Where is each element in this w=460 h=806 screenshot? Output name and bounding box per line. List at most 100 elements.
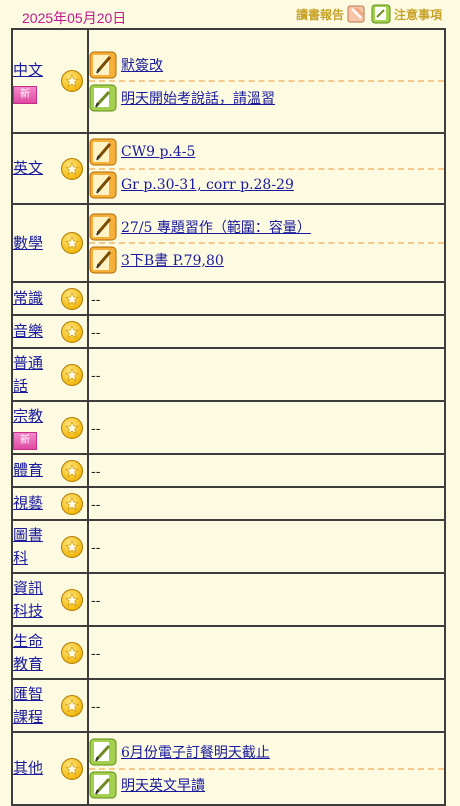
star-icon[interactable] [61,287,83,310]
subject-link[interactable]: 視藝 [13,492,49,515]
subject-link[interactable]: 其他 [13,757,49,780]
subject-row: 生命教育 -- [11,625,446,680]
notices-link[interactable]: 注意事項 [371,4,442,24]
header-links: 讀書報告 注意事項 [296,4,442,24]
subject-link[interactable]: 中文 [13,59,49,82]
subject-cell: 匯智課程 [11,678,89,733]
homework-item: 3下B書 P.79,80 [89,242,444,275]
homework-cell: -- [87,678,446,733]
empty-placeholder: -- [91,497,101,513]
homework-item: 默簽改 [89,49,444,80]
homework-cell: -- [87,400,446,455]
subject-cell: 宗教新 [11,400,89,455]
homework-cell: -- [87,347,446,402]
subject-link[interactable]: 圖書科 [13,524,49,570]
star-icon[interactable] [61,641,83,664]
subject-link[interactable]: 匯智課程 [13,683,49,729]
star-icon[interactable] [61,416,83,439]
star-icon[interactable] [61,232,83,254]
subject-row: 匯智課程 -- [11,678,446,733]
star-icon[interactable] [61,535,83,558]
homework-cell: 6月份電子訂餐明天截止 明天英文早讀 [87,731,446,806]
homework-link[interactable]: 6月份電子訂餐明天截止 [121,742,270,762]
subject-row: 宗教新 -- [11,400,446,455]
header-bar: 2025年05月20日 讀書報告 注意事項 [0,0,460,28]
subject-row: 數學 27/5 專題習作（範圍：容量） 3下B書 P.79,80 [11,203,446,283]
subject-row: 視藝 -- [11,486,446,521]
subject-cell: 英文 [11,132,89,205]
homework-link[interactable]: Gr p.30-31, corr p.28-29 [121,177,294,193]
homework-item: 27/5 專題習作（範圍：容量） [89,211,444,242]
subject-row: 普通話 -- [11,347,446,402]
notice-note-icon [89,738,117,766]
subject-link[interactable]: 數學 [13,232,49,255]
notices-label: 注意事項 [393,7,442,22]
new-badge: 新 [13,432,37,450]
empty-placeholder: -- [91,368,101,384]
subject-row: 常識 -- [11,281,446,316]
book-icon [347,5,365,23]
subject-link[interactable]: 資訊科技 [13,577,49,623]
star-icon[interactable] [61,320,83,343]
subject-cell: 音樂 [11,314,89,349]
star-icon[interactable] [61,492,83,515]
homework-link[interactable]: 27/5 專題習作（範圍：容量） [121,217,311,237]
homework-link[interactable]: 明天開始考說話，請溫習 [121,88,275,108]
reading-report-label: 讀書報告 [295,7,344,22]
current-date: 2025年05月20日 [22,10,127,26]
subject-row: 中文新 默簽改明天開始考說話，請溫習 [11,28,446,134]
homework-link[interactable]: 明天英文早讀 [121,775,205,795]
star-icon[interactable] [61,588,83,611]
subject-cell: 其他 [11,731,89,806]
star-icon[interactable] [61,363,83,386]
homework-cell: CW9 p.4-5 Gr p.30-31, corr p.28-29 [87,132,446,205]
homework-cell: -- [87,453,446,488]
homework-cell: -- [87,572,446,627]
homework-pencil-icon [89,171,117,199]
reading-report-link[interactable]: 讀書報告 [296,4,367,24]
subject-row: 體育 -- [11,453,446,488]
homework-cell: -- [87,281,446,316]
homework-cell: -- [87,625,446,680]
homework-link[interactable]: CW9 p.4-5 [121,144,195,160]
homework-link[interactable]: 默簽改 [121,55,163,75]
empty-placeholder: -- [91,421,101,437]
star-icon[interactable] [61,70,83,92]
subject-link[interactable]: 宗教 [13,405,49,428]
star-icon[interactable] [61,757,83,780]
subject-row: 圖書科 -- [11,519,446,574]
homework-link[interactable]: 3下B書 P.79,80 [121,250,224,270]
subject-link[interactable]: 普通話 [13,352,49,398]
subject-cell: 視藝 [11,486,89,521]
empty-placeholder: -- [91,593,101,609]
subject-link[interactable]: 生命教育 [13,630,49,676]
subject-link[interactable]: 體育 [13,459,49,482]
subject-link[interactable]: 英文 [13,157,49,180]
star-icon[interactable] [61,157,83,180]
homework-pencil-icon [89,246,117,274]
star-icon[interactable] [61,459,83,482]
empty-placeholder: -- [91,646,101,662]
homework-item: Gr p.30-31, corr p.28-29 [89,167,444,201]
subject-link[interactable]: 音樂 [13,320,49,343]
star-icon[interactable] [61,694,83,717]
subject-cell: 中文新 [11,28,89,134]
homework-item: 明天英文早讀 [89,767,444,801]
subject-row: 資訊科技 -- [11,572,446,627]
homework-cell: -- [87,314,446,349]
empty-placeholder: -- [91,699,101,715]
notice-icon [371,4,391,24]
subject-cell: 生命教育 [11,625,89,680]
subject-cell: 常識 [11,281,89,316]
homework-item: 明天開始考說話，請溫習 [89,80,444,113]
empty-placeholder: -- [91,464,101,480]
homework-cell: 27/5 專題習作（範圍：容量） 3下B書 P.79,80 [87,203,446,283]
subject-row: 其他 6月份電子訂餐明天截止 明天英文早讀 [11,731,446,806]
homework-table: 中文新默簽改 明天開始考說話，請溫習 英文 CW9 p.4-5 Gr p.30-31, … [11,28,446,806]
notice-note-icon [89,84,117,112]
subject-link[interactable]: 常識 [13,287,49,310]
subject-row: 英文 CW9 p.4-5 Gr p.30-31, corr p.28-29 [11,132,446,205]
subject-cell: 資訊科技 [11,572,89,627]
subject-row: 音樂 -- [11,314,446,349]
homework-pencil-icon [89,138,117,166]
